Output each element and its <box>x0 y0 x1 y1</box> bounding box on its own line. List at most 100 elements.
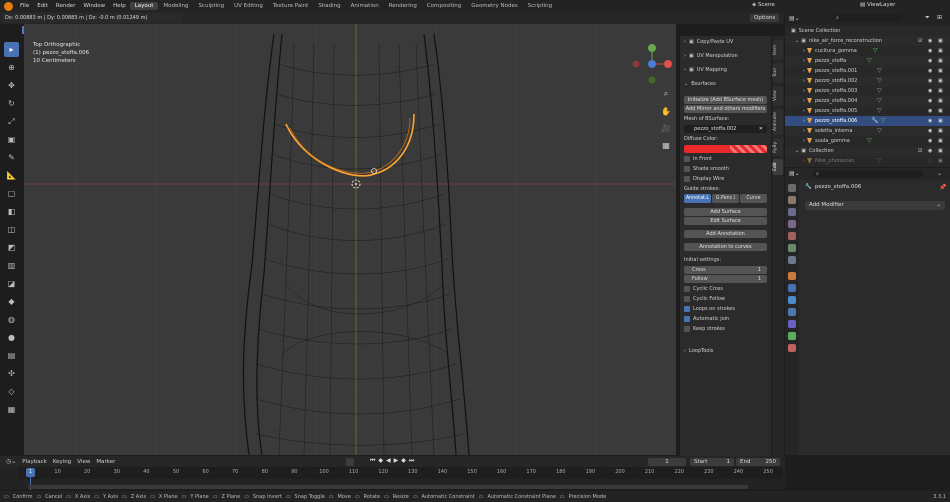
add-mirror-button[interactable]: Add Mirror and others modifiers <box>684 105 767 113</box>
tab-sculpting[interactable]: Sculpting <box>193 2 229 10</box>
display-mode-icon[interactable]: ▤⌄ <box>789 15 800 22</box>
spin-icon[interactable]: ◍ <box>4 312 19 327</box>
keep-strokes-checkbox[interactable]: Keep strokes <box>684 326 768 332</box>
clock-icon[interactable]: ◷⌄ <box>6 458 16 465</box>
extrude-icon[interactable]: ◧ <box>4 204 19 219</box>
eye-closed-icon[interactable]: ◌ <box>928 158 932 164</box>
end-frame-field[interactable]: End 250 <box>736 458 780 466</box>
outliner-row[interactable]: › pezzo_stoffa.003 ▽ ◉ ▣ <box>785 86 950 96</box>
edge-slide-icon[interactable]: ▤ <box>4 348 19 363</box>
tab-ryby[interactable]: RyBy <box>773 138 783 156</box>
prev-keyframe-icon[interactable]: ◆ <box>378 457 383 465</box>
display-wire-checkbox[interactable]: Display Wire <box>684 176 768 182</box>
camera-render-icon[interactable]: ▣ <box>938 128 943 134</box>
editor-type-icon[interactable]: ▤⌄ <box>789 170 800 177</box>
tab-uv-editing[interactable]: UV Editing <box>229 2 268 10</box>
tab-texture-paint[interactable]: Texture Paint <box>268 2 314 10</box>
particles-tab-icon[interactable] <box>788 296 796 304</box>
jump-start-icon[interactable]: ⏮ <box>370 457 375 465</box>
play-icon[interactable]: ▶ <box>394 457 399 465</box>
cursor-icon[interactable]: ⊕ <box>4 60 19 75</box>
add-annotation-button[interactable]: Add Annotation <box>684 230 767 238</box>
automatic-join-checkbox[interactable]: Automatic join <box>684 316 768 322</box>
play-reverse-icon[interactable]: ◀ <box>386 457 391 465</box>
outliner-row[interactable]: › suola_gomma ▽ ◉ ▣ <box>785 136 950 146</box>
menu-playback[interactable]: Playback <box>22 459 47 465</box>
bevel-icon[interactable]: ◩ <box>4 240 19 255</box>
outliner-row[interactable]: › soletta_interna ▽ ◉ ▣ <box>785 126 950 136</box>
material-tab-icon[interactable] <box>788 344 796 352</box>
pan-hand-icon[interactable]: ✋ <box>660 105 672 117</box>
guide-annotation-option[interactable]: Annotat.L <box>684 194 711 203</box>
diffuse-color-swatch[interactable] <box>684 145 767 153</box>
menu-render[interactable]: Render <box>52 3 80 9</box>
rotate-icon[interactable]: ↻ <box>4 96 19 111</box>
select-box-icon[interactable]: ▸ <box>4 42 19 57</box>
transform-icon[interactable]: ▣ <box>4 132 19 147</box>
tool-tab-icon[interactable] <box>788 184 796 192</box>
follow-field[interactable]: Follow 1 <box>684 275 767 283</box>
move-icon[interactable]: ✥ <box>4 78 19 93</box>
camera-render-icon[interactable]: ▣ <box>938 138 943 144</box>
poly-build-icon[interactable]: ◆ <box>4 294 19 309</box>
view-layer-tab-icon[interactable] <box>788 220 796 228</box>
section-uv-manipulation[interactable]: › ▣ UV Manipulation <box>684 53 768 59</box>
measure-icon[interactable]: 📐 <box>4 168 19 183</box>
frame-cursor[interactable]: 1 <box>26 468 35 477</box>
next-keyframe-icon[interactable]: ◆ <box>401 457 406 465</box>
outliner-row[interactable]: › cucitura_gomma ▽ ◉ ▣ <box>785 46 950 56</box>
checkbox-icon[interactable]: ☑ <box>918 38 922 44</box>
knife-icon[interactable]: ◪ <box>4 276 19 291</box>
tab-geometry-nodes[interactable]: Geometry Nodes <box>466 2 522 10</box>
menu-help[interactable]: Help <box>109 3 130 9</box>
outliner-row[interactable]: › Nike_photoscan ▽ ◌ ▣ <box>785 156 950 166</box>
outliner-row[interactable]: › pezzo_stoffa.005 ▽ ◉ ▣ <box>785 106 950 116</box>
add-modifier-dropdown[interactable]: Add Modifier ⌄ <box>805 201 945 210</box>
camera-icon[interactable]: 🎥 <box>660 122 672 134</box>
eye-icon[interactable]: ◉ <box>928 118 932 124</box>
tab-rendering[interactable]: Rendering <box>384 2 422 10</box>
menu-window[interactable]: Window <box>79 3 109 9</box>
section-copy-paste-uv[interactable]: › ▣ Copy/Paste UV <box>684 39 768 45</box>
filter-icon[interactable]: ⌄ <box>937 170 942 177</box>
outliner-row[interactable]: ⌄ ▣ nike_air_force_reconstruction ☑ ◉ ▣ <box>785 36 950 46</box>
properties-search-input[interactable]: ⌕ <box>813 170 923 178</box>
eye-icon[interactable]: ◉ <box>928 68 932 74</box>
pin-icon[interactable]: 📌 <box>939 184 946 191</box>
tab-view[interactable]: View <box>773 86 783 106</box>
tab-tool[interactable]: Tool <box>773 63 783 83</box>
start-frame-field[interactable]: Start 1 <box>690 458 734 466</box>
outliner-row[interactable]: › pezzo_stoffa.004 ▽ ◉ ▣ <box>785 96 950 106</box>
camera-render-icon[interactable]: ▣ <box>938 58 943 64</box>
3d-viewport[interactable] <box>24 24 676 455</box>
physics-tab-icon[interactable] <box>788 308 796 316</box>
eye-icon[interactable]: ◉ <box>928 128 932 134</box>
outliner-row[interactable]: ⌄ ▣ Collection ☑ ◉ ▣ <box>785 146 950 156</box>
eye-icon[interactable]: ◉ <box>928 48 932 54</box>
add-surface-button[interactable]: Add Surface <box>684 208 767 216</box>
cross-field[interactable]: Cross 1 <box>684 266 767 274</box>
menu-view[interactable]: View <box>77 459 90 465</box>
tab-item[interactable]: Item <box>773 40 783 60</box>
scene-tab-icon[interactable] <box>788 232 796 240</box>
smooth-icon[interactable]: ● <box>4 330 19 345</box>
camera-render-icon[interactable]: ▣ <box>938 98 943 104</box>
cyclic-follow-checkbox[interactable]: Cyclic Follow <box>684 296 768 302</box>
tab-scripting[interactable]: Scripting <box>523 2 557 10</box>
eye-icon[interactable]: ◉ <box>928 88 932 94</box>
add-cube-icon[interactable]: ▢ <box>4 186 19 201</box>
camera-render-icon[interactable]: ▣ <box>938 68 943 74</box>
object-tab-icon[interactable] <box>788 272 796 280</box>
shrink-icon[interactable]: ✣ <box>4 366 19 381</box>
eye-icon[interactable]: ◉ <box>928 78 932 84</box>
record-icon[interactable] <box>346 458 354 466</box>
tab-shading[interactable]: Shading <box>313 2 345 10</box>
render-tab-icon[interactable] <box>788 196 796 204</box>
menu-marker[interactable]: Marker <box>96 459 115 465</box>
outliner-row[interactable]: › pezzo_stoffa.002 ▽ ◉ ▣ <box>785 76 950 86</box>
grid-view-icon[interactable]: ▦ <box>660 139 672 151</box>
cyclic-cross-checkbox[interactable]: Cyclic Cross <box>684 286 768 292</box>
viewlayer-selector[interactable]: ▤ ViewLayer <box>860 2 895 8</box>
guide-curve-option[interactable]: Curve <box>740 194 767 203</box>
filter-icon[interactable]: ⏷ <box>925 14 930 22</box>
